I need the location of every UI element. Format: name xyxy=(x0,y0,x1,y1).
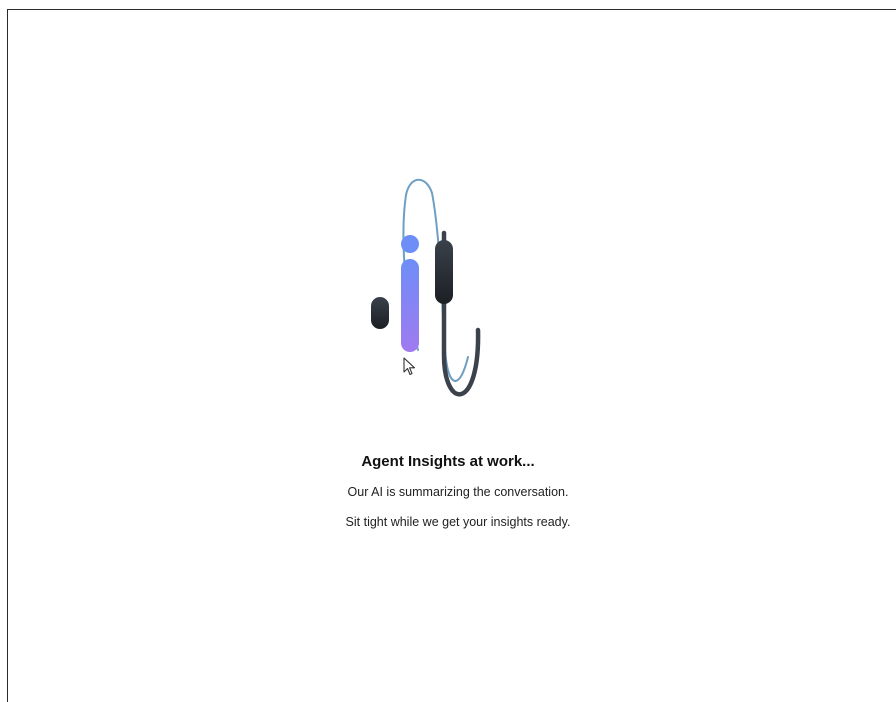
agent-insights-loading-icon xyxy=(371,178,481,397)
loading-message-line-1: Our AI is summarizing the conversation. xyxy=(347,485,569,499)
mouse-pointer-icon xyxy=(403,357,416,376)
loading-title: Agent Insights at work... xyxy=(361,453,535,470)
loading-message-line-2: Sit tight while we get your insights rea… xyxy=(345,515,571,529)
